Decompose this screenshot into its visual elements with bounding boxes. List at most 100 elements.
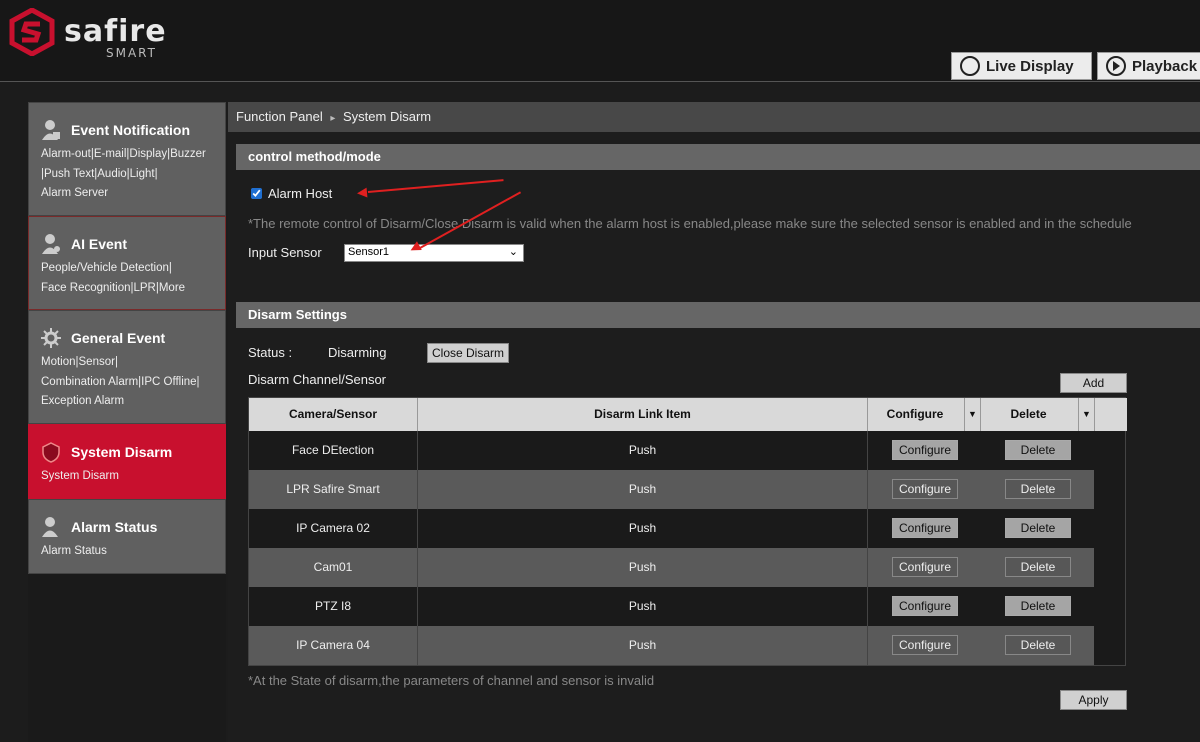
row-link: Push — [418, 626, 868, 665]
brand-name: safire — [64, 14, 167, 49]
sidebar-item-sub: Alarm Status — [41, 545, 107, 557]
row-camera: Cam01 — [249, 548, 418, 587]
column-header-link: Disarm Link Item — [418, 398, 868, 431]
playback-button[interactable]: Playback — [1097, 52, 1200, 80]
configure-button[interactable]: Configure — [892, 440, 958, 460]
gear-user-icon — [41, 328, 61, 348]
breadcrumb-separator: ▸ — [330, 113, 336, 124]
brand-logo: safire SMART — [8, 8, 168, 60]
shield-icon — [42, 442, 60, 463]
row-link: Push — [418, 587, 868, 626]
sidebar-item-title: General Event — [71, 330, 166, 346]
header: safire SMART Live Display Playback — [0, 0, 1200, 82]
apply-button[interactable]: Apply — [1060, 690, 1127, 710]
footer-note: *At the State of disarm,the parameters o… — [248, 673, 655, 688]
delete-button[interactable]: Delete — [1005, 440, 1071, 460]
sidebar-item-sub: |Push Text|Audio|Light| — [41, 167, 158, 180]
delete-button[interactable]: Delete — [1005, 557, 1071, 577]
row-camera: LPR Safire Smart — [249, 470, 418, 509]
status-value: Disarming — [328, 345, 387, 360]
table-row: Cam01 Push Configure Delete — [249, 548, 1094, 587]
input-sensor-select[interactable]: Sensor1 ⌄ — [344, 244, 524, 262]
delete-button[interactable]: Delete — [1005, 479, 1071, 499]
webcam-icon — [960, 56, 980, 76]
ai-user-icon — [42, 234, 60, 254]
delete-button[interactable]: Delete — [1005, 596, 1071, 616]
configure-button[interactable]: Configure — [892, 596, 958, 616]
sidebar-item-title: AI Event — [71, 236, 128, 252]
table-row: LPR Safire Smart Push Configure Delete — [249, 470, 1094, 509]
sidebar-item-general-event[interactable]: General Event Motion|Sensor| Combination… — [28, 310, 226, 424]
table-row: IP Camera 04 Push Configure Delete — [249, 626, 1094, 665]
sidebar-item-sub: People/Vehicle Detection| — [41, 262, 172, 274]
table-header: Camera/Sensor Disarm Link Item Configure… — [249, 398, 1127, 431]
column-header-configure-label: Configure — [886, 407, 944, 421]
breadcrumb-current: System Disarm — [343, 109, 432, 124]
close-disarm-button[interactable]: Close Disarm — [427, 343, 509, 363]
column-header-delete: Delete ▼ — [981, 398, 1095, 431]
annotation-arrow — [367, 179, 504, 193]
row-link: Push — [418, 470, 868, 509]
sidebar-item-sub: Alarm Server — [41, 187, 109, 199]
sidebar-item-alarm-status[interactable]: Alarm Status Alarm Status — [28, 499, 226, 574]
sidebar-item-title: System Disarm — [71, 444, 173, 460]
disarm-channel-label: Disarm Channel/Sensor — [248, 372, 387, 387]
sidebar-item-sub: Combination Alarm|IPC Offline| — [41, 375, 200, 388]
sidebar-item-sub: Exception Alarm — [41, 395, 125, 407]
column-header-delete-label: Delete — [1010, 407, 1047, 421]
control-section-header: control method/mode — [236, 144, 1200, 170]
status-label: Status : — [248, 345, 293, 360]
disarm-section-header: Disarm Settings — [236, 302, 1200, 328]
sidebar-item-title: Alarm Status — [71, 519, 158, 535]
sidebar-item-ai-event[interactable]: AI Event People/Vehicle Detection| Face … — [28, 216, 226, 310]
row-link: Push — [418, 431, 868, 470]
main-panel: Function Panel ▸ System Disarm control m… — [228, 102, 1200, 742]
column-header-camera: Camera/Sensor — [249, 398, 418, 431]
table-row: IP Camera 02 Push Configure Delete — [249, 509, 1094, 548]
sidebar-item-sub: Alarm-out|E-mail|Display|Buzzer — [41, 148, 206, 160]
row-link: Push — [418, 509, 868, 548]
logo-icon — [9, 8, 55, 56]
bell-user-icon — [42, 120, 60, 140]
play-icon — [1106, 56, 1126, 76]
live-display-label: Live Display — [986, 57, 1074, 75]
add-button[interactable]: Add — [1060, 373, 1127, 393]
live-display-button[interactable]: Live Display — [951, 52, 1092, 80]
control-note: *The remote control of Disarm/Close Disa… — [248, 216, 1132, 231]
alarm-host-label: Alarm Host — [268, 186, 333, 201]
row-link: Push — [418, 548, 868, 587]
row-camera: Face DEtection — [249, 431, 418, 470]
configure-dropdown-icon[interactable]: ▼ — [964, 398, 980, 431]
configure-button[interactable]: Configure — [892, 635, 958, 655]
sidebar-item-sub: Face Recognition|LPR|More — [41, 281, 186, 294]
sidebar: Event Notification Alarm-out|E-mail|Disp… — [28, 102, 226, 742]
delete-dropdown-icon[interactable]: ▼ — [1078, 398, 1094, 431]
brand-sub: SMART — [106, 46, 157, 60]
configure-button[interactable]: Configure — [892, 557, 958, 577]
table-row: PTZ I8 Push Configure Delete — [249, 587, 1094, 626]
sidebar-item-sub: Motion|Sensor| — [41, 356, 118, 368]
sidebar-item-sub: System Disarm — [41, 470, 119, 482]
input-sensor-value: Sensor1 — [348, 246, 389, 258]
sidebar-item-title: Event Notification — [71, 122, 191, 138]
sidebar-item-system-disarm[interactable]: System Disarm System Disarm — [28, 424, 226, 499]
chevron-down-icon: ⌄ — [508, 246, 518, 258]
alarm-host-checkbox[interactable] — [251, 188, 262, 199]
configure-button[interactable]: Configure — [892, 518, 958, 538]
delete-button[interactable]: Delete — [1005, 518, 1071, 538]
row-camera: IP Camera 04 — [249, 626, 418, 665]
annotation-arrowhead — [356, 187, 368, 199]
breadcrumb: Function Panel ▸ System Disarm — [228, 102, 1200, 132]
sidebar-item-event-notification[interactable]: Event Notification Alarm-out|E-mail|Disp… — [28, 102, 226, 216]
input-sensor-label: Input Sensor — [248, 245, 322, 260]
row-camera: PTZ I8 — [249, 587, 418, 626]
configure-button[interactable]: Configure — [892, 479, 958, 499]
row-camera: IP Camera 02 — [249, 509, 418, 548]
disarm-channel-table: Camera/Sensor Disarm Link Item Configure… — [248, 397, 1127, 666]
table-row: Face DEtection Push Configure Delete — [249, 431, 1094, 470]
delete-button[interactable]: Delete — [1005, 635, 1071, 655]
column-header-configure: Configure ▼ — [868, 398, 981, 431]
playback-label: Playback — [1132, 57, 1198, 75]
breadcrumb-root[interactable]: Function Panel — [236, 109, 323, 124]
alarm-user-icon — [42, 517, 58, 537]
